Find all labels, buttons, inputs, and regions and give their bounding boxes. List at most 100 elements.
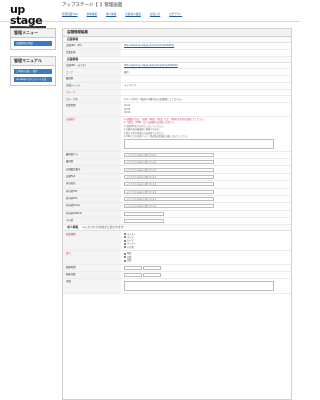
- form-row: 最寄駅 入力された内容が公開されます: [63, 159, 291, 167]
- menu-box: 管理メニュー 店舗情報の登録: [10, 28, 56, 50]
- nav-recruit[interactable]: 求人情報: [106, 12, 116, 18]
- field-label: 最寄駅から: [63, 151, 121, 159]
- main-panel: 店舗情報編集 店舗情報 店舗URL（PC） http://www.up-stag…: [62, 28, 292, 400]
- checkbox[interactable]: [124, 242, 126, 245]
- field-label: その他: [63, 218, 121, 225]
- nav-top[interactable]: 管理画面TOP: [62, 12, 78, 18]
- form-row: 担当者FAX 入力された内容が公開されます: [63, 195, 291, 204]
- form-row: 担当者TEL 入力された内容が公開されます: [63, 188, 291, 196]
- radio[interactable]: [124, 252, 126, 255]
- checkbox[interactable]: [124, 239, 126, 242]
- logo-text: up stage: [10, 3, 43, 27]
- form-row: 店舗電話番号 入力された内容が公開されます: [63, 166, 291, 174]
- area-value: 東京: [124, 70, 129, 74]
- field-label: 担当者TEL: [63, 188, 121, 195]
- select-label: 勤務日数: [63, 271, 121, 279]
- pr-label: 店舗紹介: [63, 116, 121, 151]
- pr-note: 6.URLなどの外部リンク、他店舗の情報は記載しないでください。: [124, 135, 190, 139]
- form-row: 担当者LINE ID: [63, 210, 291, 219]
- sidebar-item-manual-flow[interactable]: ご利用の流れ・操作: [14, 69, 52, 74]
- form-row: 営業形態: [63, 49, 291, 57]
- group-label: グループ: [63, 89, 121, 96]
- text-input[interactable]: [124, 211, 164, 216]
- form-row: 営業時間 00:00 00:00 00:00: [63, 103, 291, 117]
- area-label: エリア: [63, 69, 121, 76]
- job-label: 募集職種: [63, 231, 121, 251]
- text-input[interactable]: 入力された内容が公開されます: [124, 160, 214, 165]
- select-dropdown[interactable]: [124, 273, 142, 278]
- field-label: 店舗FAX: [63, 173, 121, 181]
- form-row: グループ名 グループ内で一覧表示可能なものを選択してください。: [63, 96, 291, 104]
- select-label: 勤務時間: [63, 264, 121, 271]
- field-label: 担当者Email: [63, 203, 121, 210]
- text-input[interactable]: 入力された内容が公開されます: [124, 167, 214, 172]
- text-input[interactable]: 入力された内容が公開されます: [124, 152, 214, 157]
- manual-box: 管理マニュアル ご利用の流れ・操作 up stage マネジメント方法: [10, 56, 56, 86]
- text-input[interactable]: 入力された内容が公開されます: [124, 182, 214, 187]
- textarea[interactable]: [124, 281, 274, 292]
- genre-value: キャバクラ: [124, 84, 136, 88]
- hours-label: 営業時間: [63, 103, 121, 116]
- text-input[interactable]: 入力された内容が公開されます: [124, 204, 214, 209]
- form-row: 給与 時給 日給 月給: [63, 251, 291, 265]
- nav-applicants[interactable]: 応募者の確認: [125, 12, 141, 18]
- salary-label: 給与: [63, 251, 121, 264]
- form-row: 待遇: [63, 279, 291, 294]
- form-row: 勤務時間: [63, 264, 291, 272]
- form-row: 店舗URL（PC） http://www.up-stage.jp/shop/sh…: [63, 43, 291, 50]
- url2-link[interactable]: http://www.up-stage.jp/sp/shop/shop00000…: [124, 64, 178, 67]
- form-row: 最寄駅から 入力された内容が公開されます: [63, 151, 291, 160]
- form-row: 店舗紹介 1.店舗紹介文は、「必須」「時給」「保証」など、具体的な条件を記載して…: [63, 116, 291, 152]
- app-title: アップステージ【 】管理画面: [62, 3, 123, 8]
- url2-label: 店舗URL（スマホ）: [63, 62, 121, 69]
- pr-textarea[interactable]: [124, 139, 274, 150]
- form-row: グループ: [63, 89, 291, 97]
- text-input[interactable]: 入力された内容が公開されます: [124, 197, 214, 202]
- salary-option[interactable]: 月給: [124, 259, 288, 262]
- top-nav: 管理画面TOP 基本情報 求人情報 応募者の確認 お知らせ ログアウト: [62, 12, 182, 18]
- checkbox[interactable]: [124, 246, 126, 249]
- select-dropdown[interactable]: [142, 265, 161, 270]
- form-row: 店舗URL（スマホ） http://www.up-stage.jp/sp/sho…: [63, 62, 291, 70]
- sidebar-item-manual-management[interactable]: up stage マネジメント方法: [14, 77, 52, 82]
- radio[interactable]: [124, 259, 126, 262]
- field-label: 担当者FAX: [63, 195, 121, 203]
- form-row: 担当者名 入力された内容が公開されます: [63, 181, 291, 189]
- text-input[interactable]: 入力された内容が公開されます: [124, 189, 214, 194]
- form-row: 店舗FAX 入力された内容が公開されます: [63, 173, 291, 182]
- text-input[interactable]: [124, 219, 164, 224]
- nav-basic[interactable]: 基本情報: [87, 12, 97, 18]
- sidebar-item-shop-register[interactable]: 店舗情報の登録: [14, 41, 52, 46]
- station-label: 最寄駅: [63, 76, 121, 82]
- text-input[interactable]: 入力された内容が公開されます: [124, 174, 214, 179]
- genre-label: 店舗ジャンル: [63, 82, 121, 89]
- field-label: 最寄駅: [63, 159, 121, 166]
- group-value: グループ内で一覧表示可能なものを選択してください。: [124, 97, 184, 101]
- site-logo[interactable]: up stage アップステージ: [10, 4, 48, 29]
- panel-title: 店舗情報編集: [63, 29, 291, 37]
- header: up stage アップステージ アップステージ【 】管理画面 管理画面TOP 基…: [0, 0, 300, 29]
- checkbox[interactable]: [124, 236, 126, 239]
- form-row: エリア 東京: [63, 69, 291, 77]
- url-label: 店舗URL（PC）: [63, 43, 121, 49]
- job-option[interactable]: その他: [124, 246, 288, 249]
- field-label: 担当者名: [63, 181, 121, 188]
- form-row: その他: [63, 218, 291, 226]
- select-dropdown[interactable]: [124, 265, 142, 270]
- form-row: 担当者Email 入力された内容が公開されます: [63, 203, 291, 211]
- group2-label: グループ名: [63, 96, 121, 103]
- select-label: 待遇: [63, 279, 121, 293]
- url-link[interactable]: http://www.up-stage.jp/shop/shop000000/: [124, 44, 174, 47]
- field-label: 担当者LINE ID: [63, 210, 121, 218]
- form-row: 募集職種 キャスト ホール ヘルプ キッチン その他: [63, 231, 291, 252]
- checkbox[interactable]: [124, 233, 126, 236]
- type-label: 営業形態: [63, 49, 121, 56]
- field-label: 店舗電話番号: [63, 166, 121, 173]
- form-row: 勤務日数: [63, 271, 291, 280]
- nav-news[interactable]: お知らせ: [150, 12, 160, 18]
- form-row: 店舗ジャンル キャバクラ: [63, 82, 291, 90]
- nav-logout[interactable]: ログアウト: [169, 12, 182, 18]
- radio[interactable]: [124, 256, 126, 259]
- select-dropdown[interactable]: [142, 273, 161, 278]
- sidebar: 管理メニュー 店舗情報の登録 管理マニュアル ご利用の流れ・操作 up stag…: [10, 28, 56, 92]
